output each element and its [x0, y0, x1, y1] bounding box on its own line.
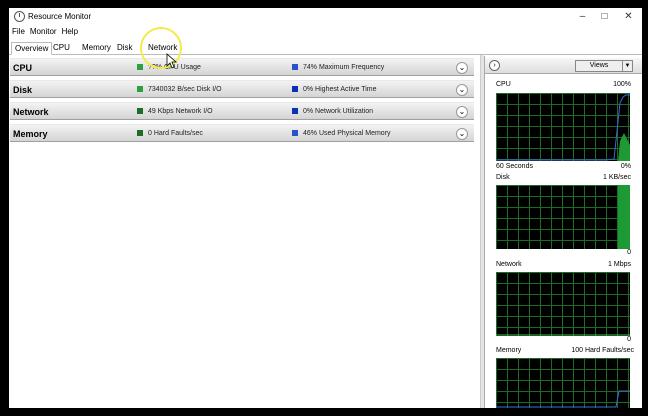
cpu-usage-area [618, 133, 630, 161]
panel-title: Network [13, 107, 49, 117]
network-graph [496, 272, 630, 336]
cursor-highlight [140, 27, 182, 69]
memory-graph [496, 358, 630, 408]
menu-help[interactable]: Help [62, 27, 78, 36]
cpu-graph [496, 93, 630, 161]
legend-swatch [137, 130, 143, 136]
chevron-down-icon[interactable]: ⌄ [456, 128, 468, 140]
graph-label-network: Network [496, 261, 522, 268]
graph-max-network: 1 Mbps [608, 261, 631, 268]
graph-min-cpu: 0% [620, 163, 631, 170]
menu-bar: File Monitor Help [9, 27, 78, 39]
collapse-pane-icon[interactable]: › [489, 60, 500, 71]
hard-faults-stat: 0 Hard Faults/sec [137, 130, 203, 137]
resource-monitor-icon [14, 11, 25, 22]
network-utilization-stat: 0% Network Utilization [292, 108, 373, 115]
stat-text: 0% Highest Active Time [303, 86, 377, 93]
views-dropdown-icon[interactable]: ▼ [622, 60, 633, 72]
panel-title: CPU [13, 63, 33, 73]
graph-min-network: 0 [627, 336, 631, 343]
legend-swatch [292, 64, 298, 70]
title-bar: Resource Monitor – □ ✕ [9, 8, 642, 26]
menu-monitor[interactable]: Monitor [30, 27, 57, 36]
graphs-toolbar: › Views ▼ [485, 58, 642, 74]
tab-disk[interactable]: Disk [114, 42, 136, 55]
graph-min-disk: 0 [627, 249, 631, 256]
disk-activity-bar [618, 185, 630, 249]
stat-text: 0 Hard Faults/sec [148, 130, 203, 137]
tab-strip: Overview CPU Memory Disk Network [9, 41, 642, 55]
disk-graph-plot [618, 185, 630, 249]
legend-swatch [292, 130, 298, 136]
screenshot-frame: Resource Monitor – □ ✕ File Monitor Help O… [2, 2, 646, 414]
overview-panels: CPU ??% CPU Usage 74% Maximum Frequency … [10, 58, 474, 146]
stat-text: 49 Kbps Network I/O [148, 108, 213, 115]
chevron-down-icon[interactable]: ⌄ [456, 84, 468, 96]
tab-cpu[interactable]: CPU [50, 42, 73, 55]
graph-label-cpu: CPU [496, 81, 511, 88]
tab-memory[interactable]: Memory [79, 42, 114, 55]
stat-text: 74% Maximum Frequency [303, 64, 385, 71]
max-frequency-stat: 74% Maximum Frequency [292, 64, 384, 71]
panel-disk[interactable]: Disk 7340032 B/sec Disk I/O 0% Highest A… [10, 80, 474, 98]
memory-graph-plot [496, 390, 630, 408]
close-button[interactable]: ✕ [615, 8, 642, 26]
views-button[interactable]: Views [575, 60, 623, 72]
network-graph-plot [496, 334, 630, 336]
resource-monitor-window: Resource Monitor – □ ✕ File Monitor Help O… [9, 8, 642, 408]
disk-graph [496, 185, 630, 249]
active-time-stat: 0% Highest Active Time [292, 86, 377, 93]
stat-text: 0% Network Utilization [303, 108, 374, 115]
chevron-down-icon[interactable]: ⌄ [456, 62, 468, 74]
graph-label-disk: Disk [496, 174, 510, 181]
legend-swatch [292, 86, 298, 92]
panel-cpu[interactable]: CPU ??% CPU Usage 74% Maximum Frequency … [10, 58, 474, 76]
graph-max-disk: 1 KB/sec [602, 174, 631, 181]
panel-title: Disk [13, 85, 33, 95]
stat-text: 7340032 B/sec Disk I/O [148, 86, 222, 93]
legend-swatch [292, 108, 298, 114]
tab-overview[interactable]: Overview [11, 42, 53, 55]
legend-swatch [137, 86, 143, 92]
chevron-down-icon[interactable]: ⌄ [456, 106, 468, 118]
graph-time-label: 60 Seconds [496, 163, 533, 170]
graph-label-memory: Memory [496, 347, 522, 354]
graph-max-memory: 100 Hard Faults/sec [571, 347, 634, 354]
graphs-pane: › Views ▼ CPU 100% 60 Seconds 0% Disk 1 … [484, 56, 642, 408]
maximize-button[interactable]: □ [591, 8, 618, 26]
panel-network[interactable]: Network 49 Kbps Network I/O 0% Network U… [10, 102, 474, 120]
legend-swatch [137, 108, 143, 114]
stat-text: 46% Used Physical Memory [303, 130, 391, 137]
memory-line [496, 390, 630, 408]
network-io-stat: 49 Kbps Network I/O [137, 108, 213, 115]
menu-file[interactable]: File [12, 27, 25, 36]
window-title: Resource Monitor [28, 12, 92, 21]
cpu-graph-plot [496, 94, 630, 161]
graph-max-cpu: 100% [613, 81, 631, 88]
panel-memory[interactable]: Memory 0 Hard Faults/sec 46% Used Physic… [10, 124, 474, 142]
cpu-frequency-line [496, 94, 630, 161]
panel-title: Memory [13, 129, 48, 139]
physical-memory-stat: 46% Used Physical Memory [292, 130, 391, 137]
disk-io-stat: 7340032 B/sec Disk I/O [137, 86, 222, 93]
